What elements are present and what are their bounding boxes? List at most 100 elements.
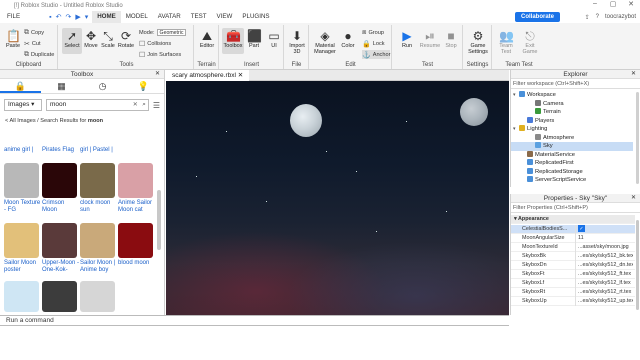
- clock-icon[interactable]: ◷: [82, 79, 123, 93]
- asset-label-top[interactable]: girl | Pastel |: [80, 147, 156, 154]
- resume-button[interactable]: ⏯ Resume: [419, 28, 441, 54]
- select-tool-button[interactable]: ➚ Select: [62, 28, 82, 54]
- search-input[interactable]: moon ✕ ⌕: [46, 99, 149, 111]
- stop-button[interactable]: ■ Stop: [441, 28, 461, 54]
- material-manager-button[interactable]: ◈ Material Manager: [312, 28, 338, 55]
- explorer-item[interactable]: ▾ Workspace: [511, 91, 633, 100]
- join-surfaces-toggle[interactable]: ☐ Join Surfaces: [139, 50, 181, 59]
- menu-avatar[interactable]: AVATAR: [153, 11, 186, 23]
- terrain-editor-button[interactable]: ⛰ Editor: [197, 28, 217, 54]
- asset-label-top[interactable]: anime girl |: [4, 147, 42, 154]
- asset-item[interactable]: Moon Texture - FG: [4, 163, 42, 214]
- property-value[interactable]: ...es/sky/sky512_bk.tex: [575, 252, 633, 261]
- asset-item[interactable]: Crimson Moon: [42, 163, 80, 214]
- search-icon[interactable]: ⌕: [142, 100, 146, 110]
- property-value[interactable]: ...es/sky/sky512_up.tex: [575, 297, 633, 306]
- property-row[interactable]: SkyboxLf ...es/sky/sky512_lf.tex: [511, 279, 635, 288]
- explorer-item[interactable]: ServerScriptService: [511, 176, 633, 185]
- user-name[interactable]: toocrazybot: [605, 14, 636, 20]
- explorer-filter-input[interactable]: Filter workspace (Ctrl+Shift+X): [511, 79, 640, 89]
- collaborate-button[interactable]: Collaborate: [514, 12, 560, 22]
- explorer-scrollbar[interactable]: [636, 92, 639, 184]
- property-row[interactable]: SkyboxDn ...es/sky/sky512_dn.tex: [511, 261, 635, 270]
- property-value[interactable]: ...asset/sky/moon.jpg: [575, 243, 633, 252]
- command-bar[interactable]: Run a command: [0, 315, 509, 326]
- scale-tool-button[interactable]: ⤡ Scale: [98, 28, 118, 54]
- explorer-item[interactable]: Atmosphere: [511, 133, 633, 143]
- lock-button[interactable]: 🔒 Lock: [362, 39, 385, 48]
- minimize-button[interactable]: –: [586, 0, 604, 8]
- mode-dropdown[interactable]: Geometric: [156, 29, 187, 36]
- property-value[interactable]: ...es/sky/sky512_lf.tex: [575, 279, 633, 288]
- undo-icon[interactable]: ↶: [56, 13, 62, 21]
- part-button[interactable]: ⬛ Part: [244, 28, 264, 54]
- close-window-button[interactable]: ✕: [622, 0, 640, 8]
- ui-button[interactable]: ▭ UI: [264, 28, 284, 54]
- grid-icon[interactable]: ▦: [41, 79, 82, 93]
- redo-icon[interactable]: ↷: [65, 13, 71, 21]
- explorer-item[interactable]: Sky: [511, 142, 633, 151]
- collisions-toggle[interactable]: ☐ Collisions: [139, 39, 171, 48]
- menu-plugins[interactable]: PLUGINS: [237, 11, 274, 23]
- import-3d-button[interactable]: ⬇ Import 3D: [287, 28, 307, 55]
- property-row[interactable]: SkyboxBk ...es/sky/sky512_bk.tex: [511, 252, 635, 261]
- property-value[interactable]: ...es/sky/sky512_ft.tex: [575, 270, 633, 279]
- breadcrumb[interactable]: < All Images / Search Results for moon: [5, 118, 164, 124]
- rotate-tool-button[interactable]: ⟳ Rotate: [116, 28, 136, 54]
- group-button[interactable]: ⧈ Group: [362, 28, 384, 37]
- help-icon[interactable]: ?: [596, 14, 599, 20]
- explorer-item[interactable]: Players: [511, 116, 633, 126]
- close-icon[interactable]: ✕: [631, 194, 636, 203]
- property-row[interactable]: MoonAngularSize 11: [511, 234, 635, 243]
- asset-label-top[interactable]: Pirates Flag: [42, 147, 80, 154]
- explorer-item[interactable]: Camera: [511, 99, 633, 109]
- close-icon[interactable]: ✕: [631, 70, 636, 79]
- asset-item[interactable]: blood moon: [118, 223, 156, 267]
- explorer-item[interactable]: ▾ Lighting: [511, 125, 633, 134]
- copy-button[interactable]: ⧉ Copy: [24, 28, 44, 37]
- cut-button[interactable]: ✂ Cut: [24, 39, 41, 48]
- property-row[interactable]: CelestialBodiesS... ✓: [511, 225, 635, 234]
- lock-icon[interactable]: 🔒: [0, 79, 41, 93]
- menu-model[interactable]: MODEL: [121, 11, 153, 23]
- asset-item[interactable]: Sailor Moon | Anime boy: [80, 223, 118, 274]
- property-value[interactable]: 11: [575, 234, 633, 243]
- property-value[interactable]: ...es/sky/sky512_rt.tex: [575, 288, 633, 297]
- close-icon[interactable]: ✕: [238, 72, 243, 79]
- dropdown-icon[interactable]: ▾: [85, 13, 89, 21]
- run-button[interactable]: ▶ Run: [397, 28, 417, 54]
- asset-item[interactable]: [42, 281, 80, 312]
- explorer-item[interactable]: Terrain: [511, 108, 633, 117]
- anchor-button[interactable]: ⚓ Anchor: [362, 50, 391, 59]
- share-icon[interactable]: ⇪: [585, 14, 590, 21]
- asset-item[interactable]: Anime Sailor Moon cat: [118, 163, 156, 214]
- mode-selector[interactable]: Mode: Geometric: [139, 28, 187, 37]
- property-value[interactable]: ✓: [575, 225, 633, 234]
- menu-view[interactable]: VIEW: [212, 11, 238, 23]
- asset-item[interactable]: clock moon sun: [80, 163, 118, 214]
- filter-icon[interactable]: ☰: [153, 101, 160, 110]
- menu-test[interactable]: TEST: [186, 11, 212, 23]
- duplicate-button[interactable]: ⧉ Duplicate: [24, 50, 54, 59]
- play-icon[interactable]: ▶: [75, 13, 80, 21]
- explorer-item[interactable]: ReplicatedStorage: [511, 167, 633, 177]
- exit-game-button[interactable]: ⎋ Exit Game: [519, 28, 541, 55]
- property-row[interactable]: SkyboxRt ...es/sky/sky512_rt.tex: [511, 288, 635, 297]
- properties-scrollbar[interactable]: [636, 220, 639, 310]
- close-icon[interactable]: ✕: [155, 70, 160, 79]
- property-value[interactable]: ...es/sky/sky512_dn.tex: [575, 261, 633, 270]
- document-tab[interactable]: scary atmosphere.rbxl ✕: [166, 70, 250, 81]
- menu-home[interactable]: HOME: [92, 11, 121, 23]
- asset-item[interactable]: [80, 281, 118, 312]
- menu-file[interactable]: FILE: [2, 11, 25, 23]
- color-button[interactable]: ● Color: [338, 28, 358, 54]
- property-row[interactable]: SkyboxFt ...es/sky/sky512_ft.tex: [511, 270, 635, 279]
- category-dropdown[interactable]: Images ▾: [4, 99, 42, 111]
- game-settings-button[interactable]: ⚙ Game Settings: [467, 28, 489, 55]
- property-row[interactable]: MoonTextureId ...asset/sky/moon.jpg: [511, 243, 635, 252]
- asset-item[interactable]: Upper-Moon -One-Kok-: [42, 223, 80, 274]
- toolbox-button[interactable]: 🧰 Toolbox: [222, 28, 244, 54]
- property-section-appearance[interactable]: ▾ Appearance: [511, 215, 635, 224]
- team-test-button[interactable]: 👥 Team Test: [495, 28, 517, 55]
- paste-button[interactable]: 📋 Paste: [3, 28, 23, 54]
